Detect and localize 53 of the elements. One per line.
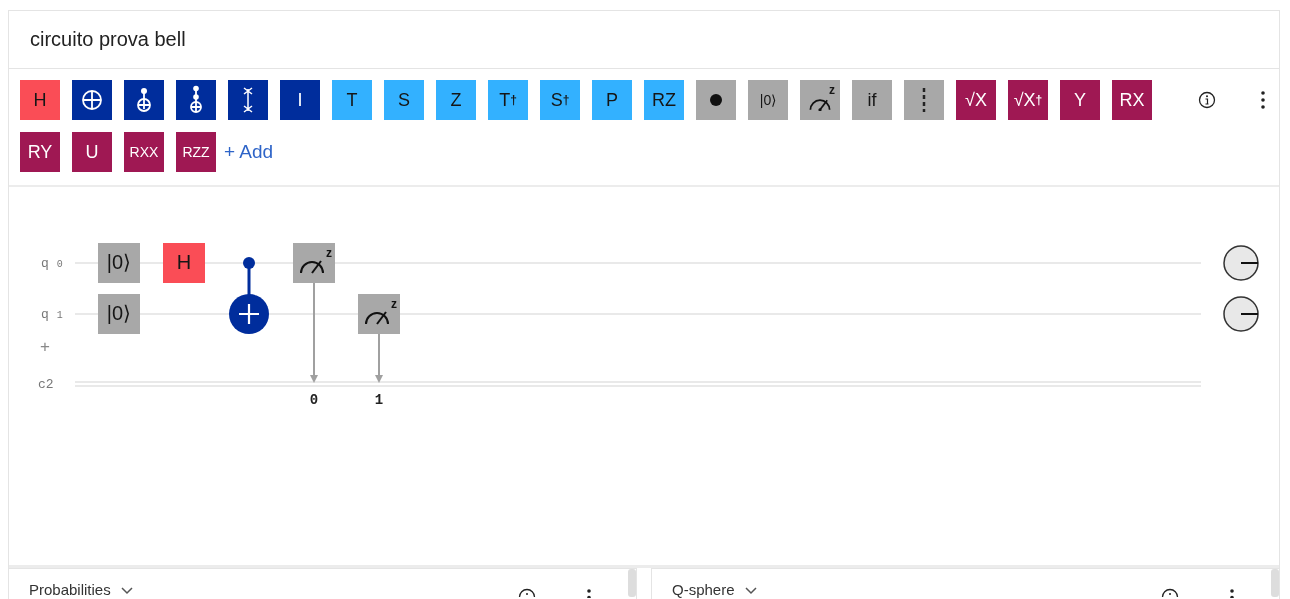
more-icon[interactable] (1229, 588, 1235, 598)
info-icon[interactable] (1161, 588, 1179, 598)
add-gate-link[interactable]: + Add (224, 132, 274, 172)
classical-bit-label: 1 (374, 392, 384, 408)
gate-button[interactable]: √X (956, 80, 996, 120)
hadamard-gate[interactable]: H (163, 243, 205, 283)
panel-title[interactable]: Q-sphere (672, 581, 735, 598)
gate-button[interactable]: T (332, 80, 372, 120)
chevron-down-icon[interactable] (120, 587, 133, 595)
measurement-output-icon (1223, 296, 1259, 332)
gate-button[interactable]: H (20, 80, 60, 120)
gate-button[interactable]: RZ (644, 80, 684, 120)
dashed-line-icon (922, 88, 926, 112)
controlled-not-button[interactable] (124, 80, 164, 120)
add-qubit-button[interactable]: + (40, 337, 50, 356)
measure-button[interactable]: z (800, 80, 840, 120)
gate-button[interactable]: I (280, 80, 320, 120)
gate-button[interactable]: Y (1060, 80, 1100, 120)
reset-gate[interactable]: |0⟩ (98, 243, 140, 283)
toffoli-button[interactable] (176, 80, 216, 120)
swap-button[interactable] (228, 80, 268, 120)
qubit-label[interactable]: q 1 (41, 307, 63, 322)
meter-icon (808, 96, 832, 112)
info-icon[interactable] (518, 588, 536, 598)
cnot-gate[interactable] (229, 257, 269, 334)
chevron-down-icon[interactable] (744, 587, 757, 595)
more-icon[interactable] (586, 588, 592, 598)
measurement-arrow (375, 333, 383, 383)
gate-button[interactable]: Z (436, 80, 476, 120)
gate-button[interactable]: RX (1112, 80, 1152, 120)
gate-button[interactable]: P (592, 80, 632, 120)
gate-button[interactable]: S (384, 80, 424, 120)
panel-title[interactable]: Probabilities (29, 581, 111, 598)
qubit-label[interactable]: q 0 (41, 256, 63, 271)
gate-button[interactable]: RZZ (176, 132, 216, 172)
scrollbar[interactable] (628, 569, 636, 597)
more-icon[interactable] (1260, 90, 1266, 110)
measurement-gate[interactable]: z (293, 243, 335, 283)
control-button[interactable] (696, 80, 736, 120)
measurement-gate[interactable]: z (358, 294, 400, 334)
measurement-output-icon (1223, 245, 1259, 281)
gate-button[interactable]: U (72, 132, 112, 172)
gate-button[interactable]: |0⟩ (748, 80, 788, 120)
reset-gate[interactable]: |0⟩ (98, 294, 140, 334)
gate-button[interactable]: if (852, 80, 892, 120)
classical-register-label: c2 (38, 377, 54, 392)
not-gate-button[interactable] (72, 80, 112, 120)
gate-button[interactable]: RXX (124, 132, 164, 172)
classical-bit-label: 0 (309, 392, 319, 408)
scrollbar[interactable] (1271, 569, 1279, 597)
info-icon[interactable] (1198, 91, 1216, 109)
circuit-title: circuito prova bell (30, 28, 186, 51)
gate-button[interactable]: RY (20, 132, 60, 172)
